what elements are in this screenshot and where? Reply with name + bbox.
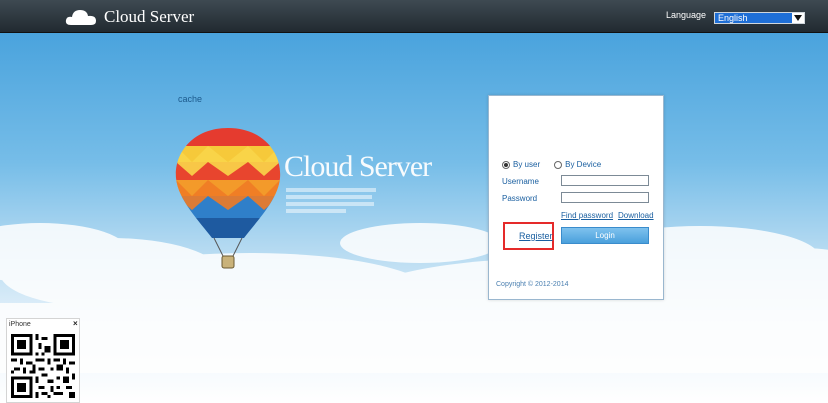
sky-background: [0, 33, 828, 403]
cloud-logo-icon: [65, 10, 96, 25]
language-select[interactable]: English: [714, 12, 805, 24]
cache-text: cache: [178, 94, 203, 104]
hero-title: Cloud Server: [284, 150, 432, 183]
download-link[interactable]: Download: [618, 211, 654, 220]
brand: Cloud Server: [64, 6, 194, 28]
iphone-qr-widget: iPhone ×: [6, 318, 80, 403]
username-field[interactable]: [561, 175, 649, 186]
password-label: Password: [502, 194, 538, 203]
password-field[interactable]: [561, 192, 649, 203]
login-panel: By user By Device Username Password Find…: [488, 95, 664, 300]
radio-by-device-label: By Device: [565, 160, 602, 169]
qr-code-icon: [11, 334, 75, 398]
find-password-link[interactable]: Find password: [561, 211, 613, 220]
page-root: Cloud Server Language English cache Clou…: [0, 0, 828, 403]
username-label: Username: [502, 177, 539, 186]
copyright-text: Copyright © 2012-2014: [496, 281, 569, 288]
login-button[interactable]: Login: [561, 227, 649, 244]
top-bar: Cloud Server Language English: [0, 0, 828, 33]
qr-widget-title: iPhone: [9, 321, 31, 328]
radio-selected-icon[interactable]: [502, 160, 510, 169]
radio-unselected-icon[interactable]: [554, 160, 563, 169]
chevron-down-icon[interactable]: [792, 13, 804, 23]
radio-by-user-label: By user: [513, 160, 541, 169]
login-mode-group: By user By Device: [502, 160, 615, 169]
hero-description: [286, 188, 378, 213]
register-link[interactable]: Register: [519, 231, 553, 241]
hot-air-balloon-icon: [175, 128, 281, 269]
language-label: Language: [666, 10, 707, 20]
clouds-decoration: [0, 223, 828, 373]
language-selected-value: English: [718, 13, 748, 23]
radio-by-user[interactable]: By user: [502, 160, 540, 169]
close-icon[interactable]: ×: [73, 319, 78, 328]
radio-by-device[interactable]: By Device: [554, 160, 601, 169]
brand-title: Cloud Server: [104, 7, 195, 26]
